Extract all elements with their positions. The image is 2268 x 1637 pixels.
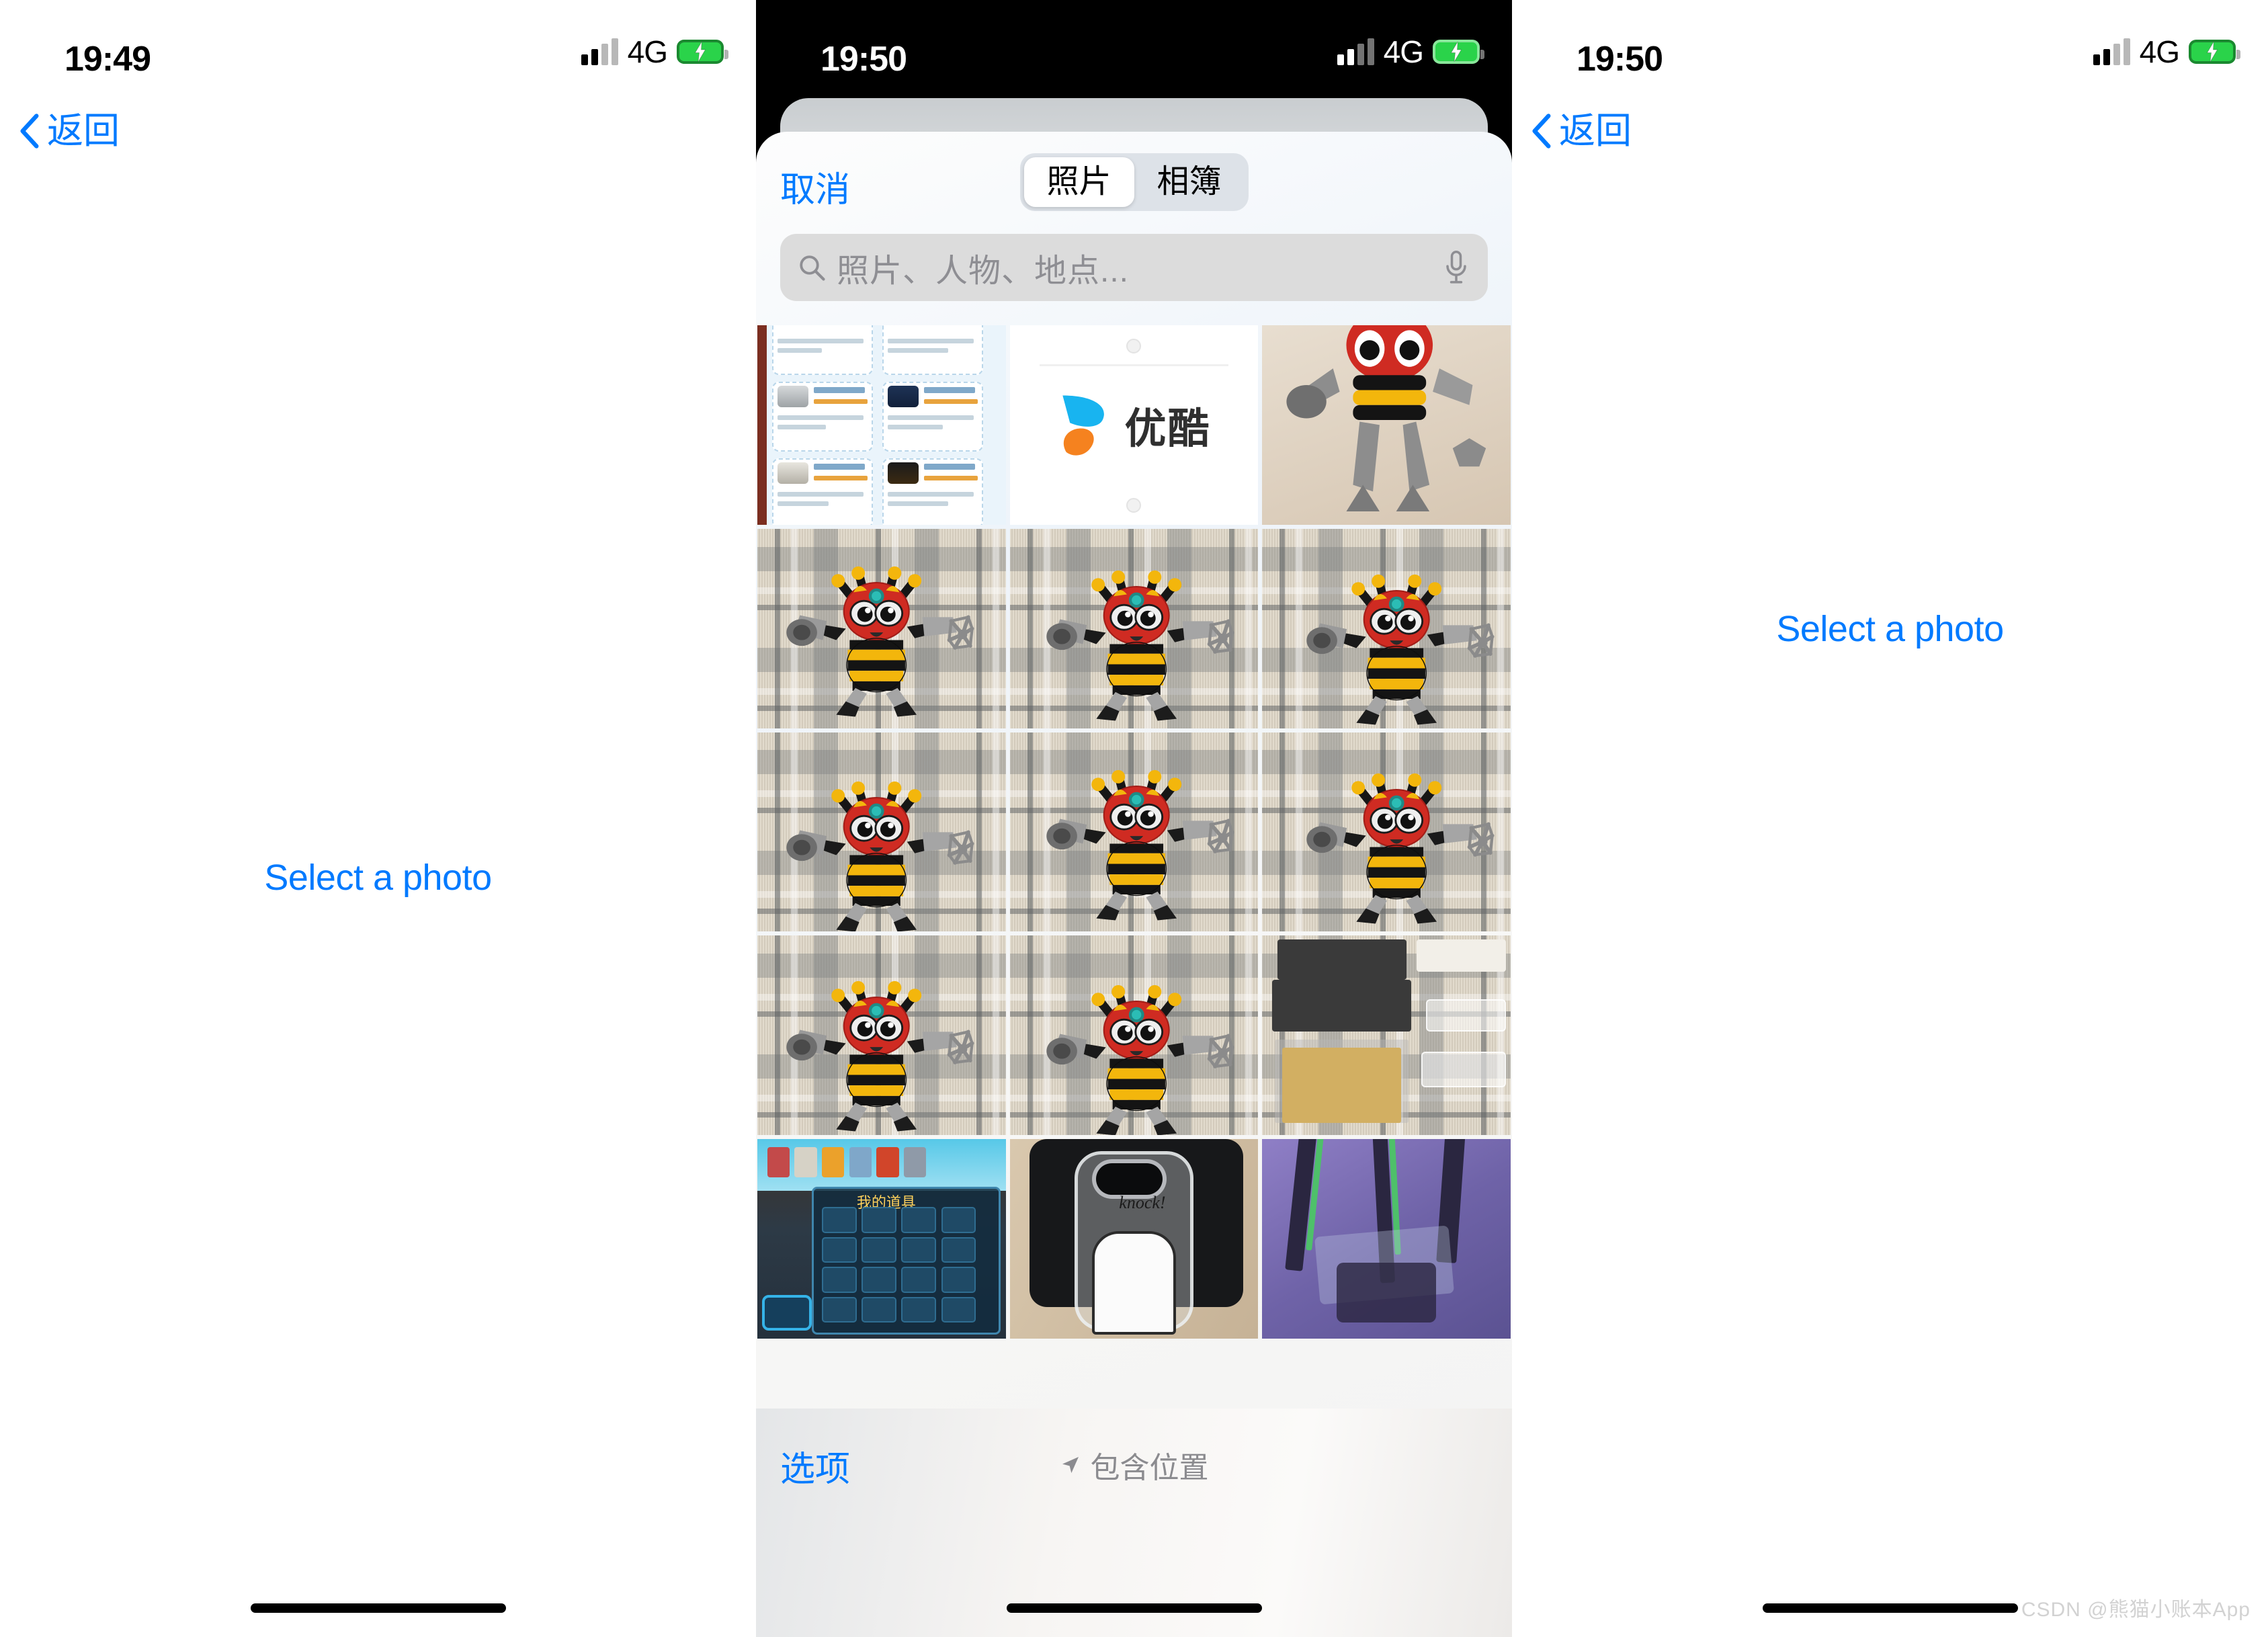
status-bar-left: 19:49 4G [0,0,756,81]
three-panel-screenshot: 19:49 4G 返回 Select a photo 19:50 4G 取消 照… [0,0,2268,1637]
youku-brand-label: 优酷 [1124,406,1211,453]
select-photo-button-left[interactable]: Select a photo [0,857,756,898]
photo-picker-sheet: 取消 照片 相簿 照片、人物、地点... 优酷 我的道具 knock! 选项 包… [756,132,1512,1637]
photo-grid-item[interactable] [1262,528,1511,728]
thumbnail-anime-mecha [1262,1139,1511,1339]
photo-grid[interactable]: 优酷 我的道具 knock! [756,325,1512,1339]
status-bar-right: 19:50 4G [1512,0,2268,81]
segmented-control[interactable]: 照片 相簿 [1019,153,1249,212]
photo-grid-item[interactable] [1009,935,1259,1136]
bee-robot-toy-art [1046,769,1234,921]
thumbnail-model-kit-sprue [1262,935,1511,1135]
status-time: 19:49 [65,40,151,79]
cancel-button[interactable]: 取消 [780,161,850,212]
status-bar-middle: 19:50 4G [756,0,1512,81]
bolt-glyph [2206,42,2218,62]
cellular-signal-icon [2093,38,2130,65]
battery-charging-icon [677,40,728,64]
home-indicator [1762,1603,2018,1613]
bee-robot-toy-art [1046,984,1234,1136]
network-type-label: 4G [2139,34,2180,69]
bee-robot-toy-art [786,981,974,1132]
photo-grid-item[interactable] [1262,1139,1511,1339]
battery-charging-icon [2189,40,2240,64]
location-arrow-icon [1062,1457,1079,1473]
photo-grid-item[interactable] [1009,528,1259,728]
watermark-label: CSDN @熊猫小账本App [2021,1599,2251,1621]
network-type-label: 4G [627,34,668,69]
status-indicators: 4G [581,34,728,70]
thumbnail-bee-robot-8 [1010,935,1259,1136]
search-field[interactable]: 照片、人物、地点... [780,234,1488,301]
status-time: 19:50 [1577,40,1663,79]
search-icon [800,255,825,281]
network-type-label: 4G [1383,34,1424,69]
back-button[interactable]: 返回 [1531,113,1632,149]
select-photo-button-right[interactable]: Select a photo [1512,608,2268,650]
tab-albums[interactable]: 相簿 [1134,157,1245,207]
home-indicator [1006,1603,1262,1613]
thumbnail-bee-robot-5 [1010,732,1259,932]
phone-screen-middle: 19:50 4G 取消 照片 相簿 照片、人物、地点... 优酷 我的道具 kn… [756,0,1512,1637]
bee-robot-toy-art [1306,574,1495,725]
photo-grid-item[interactable] [757,935,1006,1136]
bolt-glyph [694,42,706,62]
photo-grid-item[interactable] [1262,732,1511,932]
bee-robot-toy-art [786,782,974,932]
status-indicators: 4G [1337,34,1484,70]
status-time: 19:50 [821,40,907,79]
photo-grid-item[interactable]: 优酷 [1009,325,1259,525]
photo-grid-item[interactable] [1262,935,1511,1136]
bee-robot-toy-art [786,566,974,717]
sheet-footer: 选项 包含位置 [756,1409,1512,1637]
thumbnail-document-list [757,325,1006,525]
thumbnail-phone-case: knock! [1009,1139,1259,1339]
youku-logo-icon [1062,395,1105,456]
bee-robot-legs-art [1286,325,1486,512]
chevron-left-icon [1532,114,1551,149]
thumbnail-bee-robot-6 [1262,732,1511,932]
home-indicator [250,1603,506,1613]
bee-robot-toy-art [1306,773,1495,924]
phone-screen-right: 19:50 4G 返回 Select a photo CSDN @熊猫小账本Ap… [1512,0,2268,1637]
back-button-label: 返回 [1559,111,1632,151]
thumbnail-bee-robot-4 [757,732,1006,932]
back-button[interactable]: 返回 [19,113,120,149]
thumbnail-youku-logo: 优酷 [1009,325,1259,525]
battery-charging-icon [1433,40,1484,64]
microphone-icon[interactable] [1445,250,1468,285]
phone-case-caption: knock! [1119,1193,1166,1213]
cellular-signal-icon [1337,38,1374,65]
include-location-label: 包含位置 [1090,1452,1209,1484]
chevron-left-icon [20,114,39,149]
options-button[interactable]: 选项 [780,1441,850,1491]
status-indicators: 4G [2093,34,2240,70]
photo-grid-item[interactable] [1262,325,1511,525]
thumbnail-bee-robot-7 [757,935,1006,1135]
thumbnail-game-inventory: 我的道具 [757,1139,1006,1339]
include-location-indicator: 包含位置 [1060,1443,1209,1486]
cellular-signal-icon [581,38,618,65]
tab-photos[interactable]: 照片 [1023,157,1134,208]
photo-grid-item[interactable] [757,528,1006,728]
bolt-glyph [1450,42,1462,62]
photo-grid-item[interactable] [757,325,1006,525]
search-placeholder: 照片、人物、地点... [837,253,1130,289]
photo-grid-item[interactable]: 我的道具 [757,1139,1006,1339]
thumbnail-bee-robot-1 [757,529,1006,728]
thumbnail-bee-robot-legs [1262,325,1511,525]
photo-grid-item[interactable] [1009,732,1259,932]
back-button-label: 返回 [47,111,120,151]
photo-grid-item[interactable]: knock! [1009,1139,1259,1339]
sheet-header: 取消 照片 相簿 [756,132,1512,220]
photo-grid-item[interactable] [757,732,1006,932]
thumbnail-bee-robot-2 [1010,529,1259,728]
phone-screen-left: 19:49 4G 返回 Select a photo [0,0,756,1637]
thumbnail-bee-robot-3 [1262,529,1511,728]
bee-robot-toy-art [1046,570,1234,721]
